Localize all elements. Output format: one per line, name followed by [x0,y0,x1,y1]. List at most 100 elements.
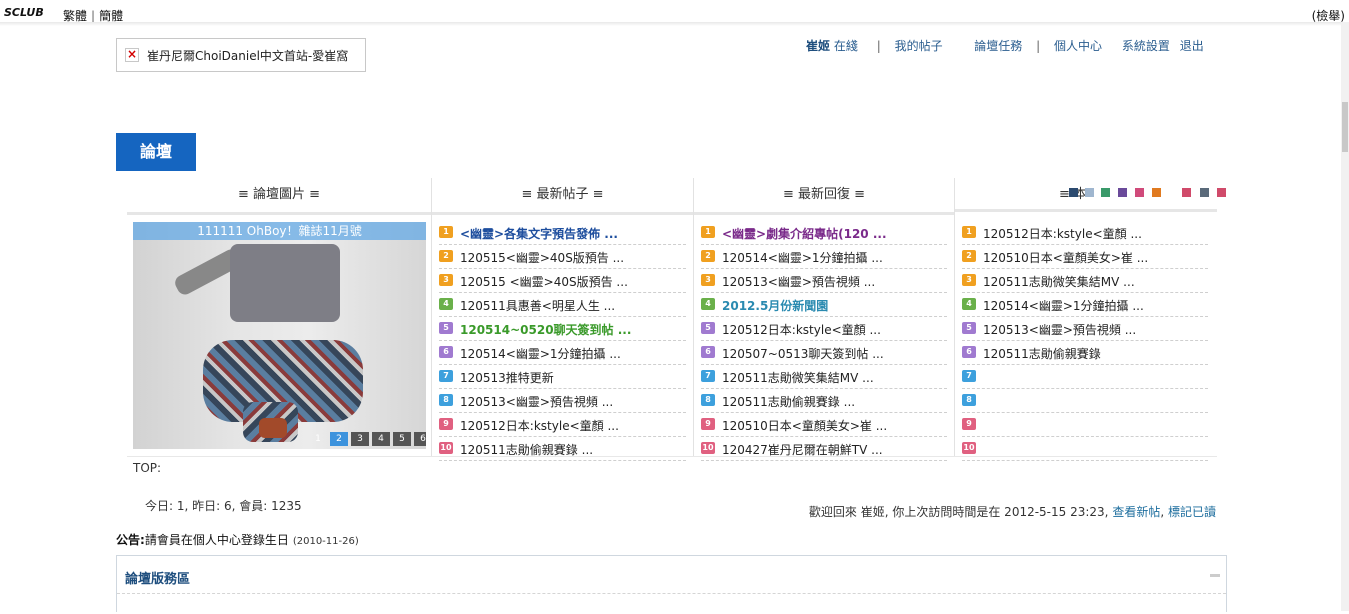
username-link[interactable]: 崔姬 [806,39,830,53]
forum-tab[interactable]: 論壇 [116,133,196,171]
list-item-link[interactable]: <幽靈>各集文字預告發佈 ... [460,225,618,242]
collapse-icon[interactable] [1210,574,1220,577]
welcome-message: 歡迎回來 崔姬, 你上次訪問時間是在 2012-5-15 23:23, 查看新帖… [808,505,1216,519]
list-item[interactable]: 2 120515<幽靈>40S版預告 ... [439,246,686,269]
carousel-page-2[interactable]: 2 [330,432,348,446]
list-item-link[interactable]: 120514<幽靈>1分鐘拍攝 ... [460,345,621,362]
color-swatch[interactable] [1069,188,1078,197]
list-item-link[interactable]: 120507~0513聊天簽到帖 ... [722,345,884,362]
list-item[interactable]: 6 120507~0513聊天簽到帖 ... [701,342,947,365]
list-item-link[interactable]: 120511志勛微笑集結MV ... [722,369,874,386]
list-item-link[interactable]: 120514~0520聊天簽到帖 ... [460,321,631,338]
header-new-replies[interactable]: ≡ 最新回復 ≡ [694,178,954,215]
carousel-page-1[interactable]: 1 [309,432,327,446]
site-logo[interactable]: SCLUB [4,6,44,19]
list-item[interactable]: 1 <幽靈>各集文字預告發佈 ... [439,222,686,245]
rank-badge-icon: 1 [962,226,976,238]
list-item[interactable]: 3 120515 <幽靈>40S版預告 ... [439,270,686,293]
list-item-link[interactable]: 120512日本:kstyle<童顏 ... [722,321,881,338]
color-swatch[interactable] [1085,188,1094,197]
system-settings-link[interactable]: 系統設置 [1122,39,1170,53]
list-item[interactable]: 8 [962,390,1208,413]
list-item[interactable]: 5 120512日本:kstyle<童顏 ... [701,318,947,341]
forum-image-carousel[interactable]: 111111 OhBoy！雜誌11月號 123456 [133,222,426,449]
list-item[interactable]: 5 120514~0520聊天簽到帖 ... [439,318,686,341]
scrollbar-thumb[interactable] [1342,102,1348,152]
list-item-link[interactable]: 120515<幽靈>40S版預告 ... [460,249,624,266]
list-item[interactable]: 1 120512日本:kstyle<童顏 ... [962,222,1208,245]
list-item-link[interactable]: 120513推特更新 [460,369,554,386]
view-new-posts-link[interactable]: 查看新帖 [1112,505,1160,519]
list-item-link[interactable]: 2012.5月份新聞園 [722,297,828,314]
list-item[interactable]: 2 120510日本<童顏美女>崔 ... [962,246,1208,269]
list-item[interactable]: 4 120511具惠善<明星人生 ... [439,294,686,317]
list-item[interactable]: 8 120511志勛偷親賽錄 ... [701,390,947,413]
color-swatch[interactable] [1217,188,1226,197]
list-item[interactable]: 10 [962,438,1208,461]
list-item-link[interactable]: 120510日本<童顏美女>崔 ... [983,249,1148,266]
list-item-link[interactable]: 120513<幽靈>預告視頻 ... [460,393,613,410]
carousel-page-5[interactable]: 5 [393,432,411,446]
list-item[interactable]: 9 120510日本<童顏美女>崔 ... [701,414,947,437]
list-item-link[interactable]: 120511志勛偷親賽錄 [983,345,1101,362]
rank-badge-icon: 7 [701,370,715,382]
carousel-page-6[interactable]: 6 [414,432,426,446]
mark-read-link[interactable]: 標記已讀 [1168,505,1216,519]
my-posts-link[interactable]: 我的帖子 [895,39,943,53]
list-item-link[interactable]: 120514<幽靈>1分鐘拍攝 ... [722,249,883,266]
color-swatch[interactable] [1152,188,1161,197]
online-status[interactable]: 在綫 [834,39,858,53]
list-item[interactable]: 9 120512日本:kstyle<童顏 ... [439,414,686,437]
lang-traditional-link[interactable]: 繁體 [63,9,87,23]
list-item[interactable]: 2 120514<幽靈>1分鐘拍攝 ... [701,246,947,269]
list-item-link[interactable]: 120511志勛偷親賽錄 ... [722,393,855,410]
list-item[interactable]: 5 120513<幽靈>預告視頻 ... [962,318,1208,341]
lang-simplified-link[interactable]: 簡體 [99,9,123,23]
list-item[interactable]: 3 120511志勛微笑集結MV ... [962,270,1208,293]
site-banner-image[interactable]: × 崔丹尼爾ChoiDaniel中文首站-愛崔窩 [116,38,366,72]
list-item-link[interactable]: 120511志勛微笑集結MV ... [983,273,1135,290]
list-item-link[interactable]: 120512日本:kstyle<童顏 ... [983,225,1142,242]
list-item-link[interactable]: 120511具惠善<明星人生 ... [460,297,615,314]
list-item[interactable]: 7 [962,366,1208,389]
list-item-link[interactable]: 120513<幽靈>預告視頻 ... [983,321,1136,338]
announcement-text[interactable]: 請會員在個人中心登錄生日 [145,533,289,547]
list-item[interactable]: 7 120513推特更新 [439,366,686,389]
carousel-caption[interactable]: 111111 OhBoy！雜誌11月號 [133,222,426,240]
list-item[interactable]: 10 120511志勛偷親賽錄 ... [439,438,686,461]
forum-tasks-link[interactable]: 論壇任務 [974,39,1022,53]
list-item[interactable]: 7 120511志勛微笑集結MV ... [701,366,947,389]
color-swatch[interactable] [1118,188,1127,197]
rank-badge-icon: 3 [439,274,453,286]
list-item[interactable]: 9 [962,414,1208,437]
list-item[interactable]: 4 2012.5月份新聞園 [701,294,947,317]
section-title[interactable]: 論壇版務區 [125,568,190,587]
col4-list: 1 120512日本:kstyle<童顏 ... 2 120510日本<童顏美女>崔 … [962,222,1208,462]
panel-bottom-rule [127,456,1217,457]
list-item[interactable]: 6 120514<幽靈>1分鐘拍攝 ... [439,342,686,365]
list-item[interactable]: 1 <幽靈>劇集介紹專帖(120 ... [701,222,947,245]
color-swatch[interactable] [1101,188,1110,197]
announcement[interactable]: 公告:請會員在個人中心登錄生日 (2010-11-26) [116,531,359,548]
page-scrollbar[interactable] [1341,22,1349,611]
carousel-page-3[interactable]: 3 [351,432,369,446]
list-item[interactable]: 6 120511志勛偷親賽錄 [962,342,1208,365]
list-item-link[interactable]: 120510日本<童顏美女>崔 ... [722,417,887,434]
list-item-link[interactable]: <幽靈>劇集介紹專帖(120 ... [722,225,887,242]
header-forum-images[interactable]: ≡ 論壇圖片 ≡ [127,178,431,215]
color-swatch[interactable] [1135,188,1144,197]
list-item[interactable]: 4 120514<幽靈>1分鐘拍攝 ... [962,294,1208,317]
list-item[interactable]: 8 120513<幽靈>預告視頻 ... [439,390,686,413]
color-swatch[interactable] [1200,188,1209,197]
personal-center-link[interactable]: 個人中心 [1054,39,1102,53]
header-new-posts[interactable]: ≡ 最新帖子 ≡ [432,178,693,215]
logout-link[interactable]: 退出 [1180,39,1204,53]
list-item-link[interactable]: 120513<幽靈>預告視頻 ... [722,273,875,290]
color-swatch[interactable] [1182,188,1191,197]
list-item[interactable]: 3 120513<幽靈>預告視頻 ... [701,270,947,293]
list-item-link[interactable]: 120512日本:kstyle<童顏 ... [460,417,619,434]
list-item-link[interactable]: 120515 <幽靈>40S版預告 ... [460,273,628,290]
list-item[interactable]: 10 120427崔丹尼爾在朝鮮TV ... [701,438,947,461]
carousel-page-4[interactable]: 4 [372,432,390,446]
list-item-link[interactable]: 120514<幽靈>1分鐘拍攝 ... [983,297,1144,314]
